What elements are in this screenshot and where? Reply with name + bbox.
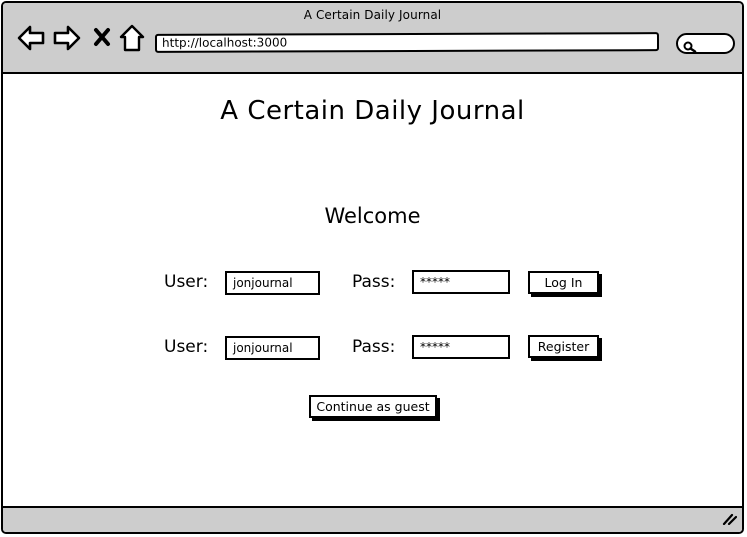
register-pass-input[interactable]: ***** xyxy=(412,335,510,359)
window-title: A Certain Daily Journal xyxy=(303,8,442,22)
login-pass-label: Pass: xyxy=(352,272,396,292)
page-content: A Certain Daily Journal Welcome User: jo… xyxy=(3,74,742,509)
forward-arrow-icon[interactable] xyxy=(53,25,81,51)
stop-icon[interactable] xyxy=(93,27,111,47)
status-bar xyxy=(3,506,742,532)
search-icon xyxy=(683,38,697,57)
welcome-heading: Welcome xyxy=(324,204,421,228)
home-icon[interactable] xyxy=(119,24,145,52)
back-arrow-icon[interactable] xyxy=(17,25,45,51)
page-title: A Certain Daily Journal xyxy=(220,96,525,126)
search-box[interactable] xyxy=(676,33,735,54)
login-user-input[interactable]: jonjournal xyxy=(225,271,320,295)
resize-handle-icon[interactable] xyxy=(721,510,738,529)
browser-toolbar: A Certain Daily Journal http://localhost… xyxy=(3,3,742,74)
register-user-label: User: xyxy=(164,337,209,357)
login-button[interactable]: Log In xyxy=(528,271,599,294)
login-pass-input[interactable]: ***** xyxy=(412,270,510,294)
register-button[interactable]: Register xyxy=(528,335,599,358)
register-user-input[interactable]: jonjournal xyxy=(225,336,320,360)
login-user-label: User: xyxy=(164,272,209,292)
browser-window: A Certain Daily Journal http://localhost… xyxy=(1,1,744,534)
continue-as-guest-button[interactable]: Continue as guest xyxy=(309,395,437,418)
url-bar[interactable]: http://localhost:3000 xyxy=(154,32,660,53)
register-pass-label: Pass: xyxy=(352,337,396,357)
